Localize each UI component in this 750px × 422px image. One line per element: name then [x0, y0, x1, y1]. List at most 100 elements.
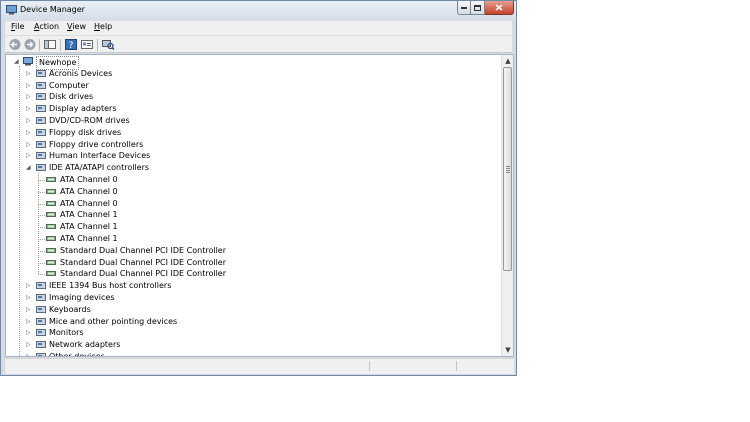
tree-category[interactable]: ▷ IEEE 1394 Bus host controllers — [24, 280, 264, 292]
menu-bar: File Action View Help — [5, 21, 512, 35]
ide-channel-icon — [46, 271, 56, 277]
tree-connector — [38, 180, 45, 181]
expand-arrow-icon[interactable]: ▷ — [26, 316, 31, 327]
tree-device-label: ATA Channel 1 — [60, 210, 118, 220]
expand-arrow-icon[interactable]: ▷ — [26, 103, 31, 114]
ieee1394-icon — [36, 282, 46, 290]
scroll-down-icon[interactable]: ▼ — [504, 345, 512, 355]
expand-arrow-icon[interactable]: ▷ — [26, 115, 31, 126]
tree-category[interactable]: ▷ DVD/CD-ROM drives — [24, 115, 264, 127]
tree-device-item[interactable]: ATA Channel 0 — [38, 174, 226, 186]
tree-device-label: ATA Channel 0 — [60, 198, 118, 208]
tree-category[interactable]: ▷ Other devices — [24, 351, 264, 357]
tree-category[interactable]: ▷ Floppy drive controllers — [24, 139, 264, 151]
help-icon[interactable]: ? — [64, 38, 78, 51]
menu-file[interactable]: File — [11, 22, 24, 31]
tree-category[interactable]: ▷ Mice and other pointing devices — [24, 316, 264, 328]
disk-drive-icon — [36, 93, 46, 101]
tree-category[interactable]: ▷ Network adapters — [24, 339, 264, 351]
tree-category[interactable]: ▷ Imaging devices — [24, 292, 264, 304]
expand-arrow-icon[interactable]: ▷ — [26, 304, 31, 315]
minimize-button[interactable] — [457, 1, 471, 15]
device-manager-app-icon — [6, 5, 17, 15]
status-bar — [5, 358, 514, 374]
tree-category[interactable]: ▷ Display adapters — [24, 103, 264, 115]
tree-category[interactable]: ▷ Keyboards — [24, 304, 264, 316]
properties-icon[interactable] — [80, 38, 94, 51]
tree-category[interactable]: ◢ IDE ATA/ATAPI controllers — [24, 162, 264, 174]
vertical-scrollbar[interactable]: ▲ ▼ — [501, 55, 513, 356]
maximize-button[interactable] — [471, 1, 485, 15]
tree-connector — [38, 250, 45, 252]
tree-device-label: ATA Channel 0 — [60, 186, 118, 196]
expand-arrow-icon[interactable]: ▷ — [26, 327, 31, 338]
tree-category-label: Other devices — [49, 352, 105, 357]
tree-connector — [38, 239, 45, 240]
floppy-disk-icon — [36, 128, 46, 136]
expand-arrow-icon[interactable]: ▷ — [26, 292, 31, 303]
tree-device-item[interactable]: ATA Channel 0 — [38, 186, 226, 198]
tree-category-label: Mice and other pointing devices — [49, 316, 178, 326]
scroll-up-icon[interactable]: ▲ — [504, 56, 512, 66]
keyboard-icon — [36, 305, 46, 313]
tree-root[interactable]: ◢ Newhope — [14, 56, 94, 70]
collapse-arrow-icon[interactable]: ◢ — [14, 56, 19, 67]
tree-category[interactable]: ▷ Disk drives — [24, 91, 264, 103]
toolbar-separator — [39, 39, 40, 51]
title-bar[interactable]: Device Manager — [1, 1, 516, 21]
tree-connector — [38, 191, 45, 193]
menu-help[interactable]: Help — [94, 22, 112, 31]
imaging-device-icon — [36, 294, 46, 301]
ide-channel-icon — [46, 177, 56, 182]
tree-category-label: Imaging devices — [49, 293, 115, 302]
toolbar-separator — [60, 39, 61, 51]
expand-arrow-icon[interactable]: ▷ — [26, 127, 31, 138]
tree-category[interactable]: ▷ Floppy disk drives — [24, 127, 264, 139]
expand-arrow-icon[interactable]: ▷ — [26, 80, 31, 91]
status-segment — [369, 361, 370, 371]
ide-channel-icon — [46, 200, 56, 206]
tree-category-label: Floppy drive controllers — [49, 139, 144, 149]
show-hide-console-tree-icon[interactable] — [43, 38, 57, 51]
expand-arrow-icon[interactable]: ▷ — [26, 150, 31, 161]
tree-connector — [19, 66, 20, 356]
scan-hardware-changes-icon[interactable] — [101, 38, 115, 51]
forward-arrow-icon[interactable] — [23, 38, 37, 51]
tree-device-item[interactable]: ATA Channel 1 — [38, 221, 226, 233]
expand-arrow-icon[interactable]: ▷ — [26, 351, 31, 356]
tree-device-label: ATA Channel 1 — [60, 234, 118, 243]
expand-arrow-icon[interactable]: ▷ — [26, 91, 31, 102]
device-tree[interactable]: ◢ Newhope ▷ Acronis Devices ▷ Computer ▷ Disk d… — [5, 54, 514, 357]
network-adapter-icon — [36, 341, 46, 349]
tree-device-item[interactable]: Standard Dual Channel PCI IDE Controller — [38, 257, 226, 269]
tree-device-item[interactable]: Standard Dual Channel PCI IDE Controller — [38, 268, 226, 280]
expand-arrow-icon[interactable]: ▷ — [26, 68, 31, 79]
tree-device-item[interactable]: ATA Channel 1 — [38, 209, 226, 221]
tree-device-label: Standard Dual Channel PCI IDE Controller — [60, 245, 227, 255]
expand-arrow-icon[interactable]: ▷ — [26, 339, 31, 350]
menu-action[interactable]: Action — [34, 22, 59, 31]
ide-channel-icon — [46, 236, 56, 241]
tree-device-item[interactable]: ATA Channel 0 — [38, 198, 226, 210]
tree-category-label: Display adapters — [49, 104, 117, 114]
expand-arrow-icon[interactable]: ▷ — [26, 139, 31, 150]
back-arrow-icon[interactable] — [8, 38, 22, 51]
tree-category[interactable]: ▷ Acronis Devices — [24, 68, 264, 80]
ide-channel-icon — [46, 188, 56, 194]
scrollbar-thumb[interactable] — [503, 67, 512, 271]
menu-view[interactable]: View — [67, 22, 86, 31]
close-button[interactable] — [485, 1, 514, 15]
tree-category-label: Acronis Devices — [49, 68, 113, 78]
tree-connector — [38, 227, 45, 229]
tree-category-label: Keyboards — [49, 304, 91, 314]
ide-channel-icon — [46, 212, 56, 218]
expand-arrow-icon[interactable]: ▷ — [26, 280, 31, 291]
svg-text:?: ? — [69, 41, 74, 51]
tree-category[interactable]: ▷ Computer — [24, 80, 264, 92]
tree-device-item[interactable]: ATA Channel 1 — [38, 233, 226, 245]
tree-category[interactable]: ▷ Monitors — [24, 327, 264, 339]
tree-device-item[interactable]: Standard Dual Channel PCI IDE Controller — [38, 245, 227, 257]
collapse-arrow-icon[interactable]: ◢ — [26, 162, 31, 173]
tree-category[interactable]: ▷ Human Interface Devices — [24, 150, 264, 162]
ide-channel-icon — [46, 224, 56, 230]
